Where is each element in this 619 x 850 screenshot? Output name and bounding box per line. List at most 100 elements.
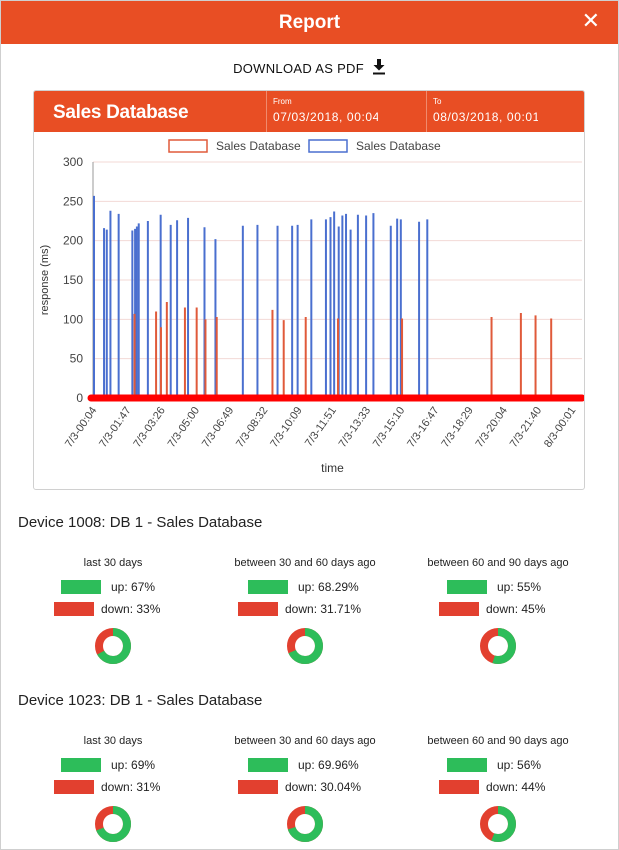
x-tick-label: 7/3-05:00 xyxy=(166,405,202,450)
uptime-text: up: 68.29% xyxy=(298,580,359,594)
availability-donut xyxy=(95,806,131,842)
uptime-row: up: 56% xyxy=(447,758,587,772)
to-value: 08/03/2018, 00:01 xyxy=(433,110,538,124)
download-icon xyxy=(372,59,385,75)
legend-item-red-swatch xyxy=(168,139,208,153)
y-tick-label: 250 xyxy=(63,194,83,208)
downtime-row: down: 44% xyxy=(439,780,589,794)
x-tick-label: 7/3-13:33 xyxy=(337,405,373,450)
downtime-text: down: 30.04% xyxy=(285,780,362,794)
y-tick-label: 100 xyxy=(63,312,83,326)
downtime-row: down: 31.71% xyxy=(238,602,388,616)
period-label: last 30 days xyxy=(83,735,143,747)
x-tick-label: 7/3-16:47 xyxy=(405,405,441,450)
modal-title: Report xyxy=(278,12,341,33)
downtime-bar xyxy=(238,602,278,616)
download-pdf-button[interactable]: DOWNLOAD AS PDF xyxy=(1,59,618,76)
uptime-row: up: 69.96% xyxy=(248,758,388,772)
uptime-row: up: 69% xyxy=(61,758,201,772)
y-axis-label: response (ms) xyxy=(39,245,51,315)
x-tick-label: 7/3-20:04 xyxy=(474,405,510,450)
uptime-row: up: 68.29% xyxy=(248,580,388,594)
downtime-text: down: 31% xyxy=(101,780,161,794)
y-tick-label: 0 xyxy=(76,391,83,405)
downtime-row: down: 30.04% xyxy=(238,780,388,794)
uptime-text: up: 67% xyxy=(111,580,156,594)
availability-column: between 60 and 90 days ago xyxy=(398,557,598,569)
from-date-field[interactable]: From 07/03/2018, 00:04 xyxy=(266,91,426,132)
uptime-bar xyxy=(61,580,101,594)
availability-column: between 30 and 60 days ago xyxy=(205,557,405,569)
uptime-text: up: 55% xyxy=(497,580,542,594)
downtime-bar xyxy=(238,780,278,794)
downtime-bar xyxy=(439,780,479,794)
x-tick-label: 7/3-10:09 xyxy=(268,405,304,450)
x-tick-label: 7/3-00:04 xyxy=(63,405,99,450)
availability-donut xyxy=(287,806,323,842)
uptime-bar xyxy=(447,758,487,772)
uptime-text: up: 69.96% xyxy=(298,758,359,772)
uptime-bar xyxy=(248,580,288,594)
uptime-row: up: 55% xyxy=(447,580,587,594)
availability-column: last 30 days xyxy=(13,557,213,569)
downtime-row: down: 33% xyxy=(54,602,204,616)
device-title: Device 1023: DB 1 - Sales Database xyxy=(18,692,263,709)
downtime-text: down: 44% xyxy=(486,780,546,794)
download-pdf-label: DOWNLOAD AS PDF xyxy=(233,61,364,76)
availability-column: between 60 and 90 days ago xyxy=(398,735,598,747)
uptime-text: up: 56% xyxy=(497,758,542,772)
report-modal: Report ✕ DOWNLOAD AS PDF Sales Database … xyxy=(0,0,619,850)
downtime-row: down: 45% xyxy=(439,602,589,616)
to-date-field[interactable]: To 08/03/2018, 00:01 xyxy=(426,91,584,132)
downtime-bar xyxy=(54,602,94,616)
period-label: between 60 and 90 days ago xyxy=(427,735,569,747)
x-axis-label: time xyxy=(321,461,344,475)
database-name: Sales Database xyxy=(53,102,189,123)
close-icon[interactable]: ✕ xyxy=(582,10,600,32)
availability-column: last 30 days xyxy=(13,735,213,747)
availability-donut xyxy=(287,628,323,664)
x-tick-label: 7/3-15:10 xyxy=(371,405,407,450)
x-tick-label: 7/3-06:49 xyxy=(200,405,236,450)
x-tick-label: 7/3-01:47 xyxy=(97,405,133,450)
chart-panel: Sales Database From 07/03/2018, 00:04 To… xyxy=(33,90,585,490)
uptime-bar xyxy=(447,580,487,594)
uptime-bar xyxy=(248,758,288,772)
chart-panel-header: Sales Database From 07/03/2018, 00:04 To… xyxy=(34,91,584,132)
legend-item-red-label: Sales Database xyxy=(216,139,301,153)
downtime-text: down: 45% xyxy=(486,602,546,616)
y-tick-label: 150 xyxy=(63,273,83,287)
x-tick-label: 7/3-18:29 xyxy=(439,405,475,450)
legend-item-blue-swatch xyxy=(308,139,348,153)
legend-item-blue-label: Sales Database xyxy=(356,139,441,153)
downtime-text: down: 33% xyxy=(101,602,161,616)
x-tick-label: 7/3-03:26 xyxy=(131,405,167,450)
x-tick-label: 8/3-00:01 xyxy=(542,405,578,450)
modal-header: Report ✕ xyxy=(1,1,618,44)
from-value: 07/03/2018, 00:04 xyxy=(273,110,378,124)
uptime-bar xyxy=(61,758,101,772)
uptime-row: up: 67% xyxy=(61,580,201,594)
device-title: Device 1008: DB 1 - Sales Database xyxy=(18,514,263,531)
availability-donut xyxy=(480,806,516,842)
uptime-text: up: 69% xyxy=(111,758,156,772)
period-label: between 60 and 90 days ago xyxy=(427,557,569,569)
availability-donut xyxy=(95,628,131,664)
to-label: To xyxy=(433,97,442,106)
availability-donut xyxy=(480,628,516,664)
availability-column: between 30 and 60 days ago xyxy=(205,735,405,747)
downtime-bar xyxy=(439,602,479,616)
period-label: between 30 and 60 days ago xyxy=(234,557,376,569)
x-tick-label: 7/3-21:40 xyxy=(508,405,544,450)
response-chart: Sales Database Sales Database 0 50 100 150 200… xyxy=(39,139,584,475)
y-tick-label: 300 xyxy=(63,155,83,169)
x-tick-label: 7/3-11:51 xyxy=(303,405,339,449)
downtime-row: down: 31% xyxy=(54,780,204,794)
downtime-bar xyxy=(54,780,94,794)
x-tick-label: 7/3-08:32 xyxy=(234,405,270,450)
y-tick-label: 200 xyxy=(63,234,83,248)
from-label: From xyxy=(273,97,292,106)
period-label: last 30 days xyxy=(83,557,143,569)
period-label: between 30 and 60 days ago xyxy=(234,735,376,747)
y-tick-label: 50 xyxy=(70,352,84,366)
